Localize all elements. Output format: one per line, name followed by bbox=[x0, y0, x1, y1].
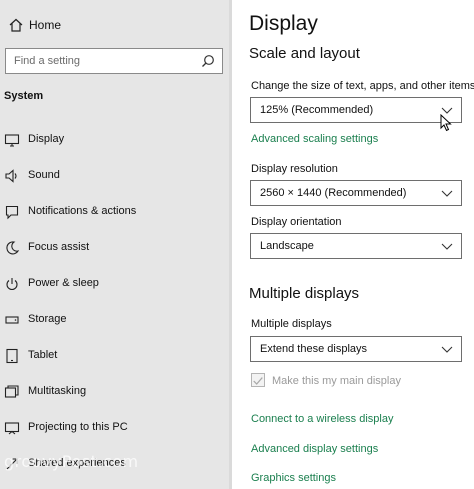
multiple-displays-heading: Multiple displays bbox=[249, 285, 360, 302]
sidebar-item-label: Power & sleep bbox=[28, 277, 99, 289]
sidebar-item-label: Tablet bbox=[28, 349, 58, 361]
sidebar-item-display[interactable]: Display bbox=[0, 125, 229, 155]
sidebar-item-sound[interactable]: Sound bbox=[0, 161, 229, 191]
orientation-value: Landscape bbox=[260, 240, 314, 252]
chevron-down-icon bbox=[441, 243, 453, 250]
sidebar-item-label: Notifications & actions bbox=[28, 205, 137, 217]
scale-label: Change the size of text, apps, and other… bbox=[251, 80, 474, 92]
multiple-displays-label: Multiple displays bbox=[251, 318, 332, 330]
multiple-displays-value: Extend these displays bbox=[260, 343, 368, 355]
home-icon bbox=[9, 18, 23, 32]
advanced-scaling-link[interactable]: Advanced scaling settings bbox=[251, 133, 378, 145]
home-button[interactable]: Home bbox=[0, 10, 232, 40]
moon-icon bbox=[6, 241, 20, 255]
chevron-down-icon bbox=[441, 190, 453, 197]
sidebar-item-projecting[interactable]: Projecting to this PC bbox=[0, 413, 229, 443]
orientation-dropdown[interactable]: Landscape bbox=[250, 233, 462, 259]
page-title: Display bbox=[249, 12, 318, 35]
multiple-displays-dropdown[interactable]: Extend these displays bbox=[250, 336, 462, 362]
scale-dropdown[interactable]: 125% (Recommended) bbox=[250, 97, 462, 123]
orientation-label: Display orientation bbox=[251, 216, 342, 228]
sidebar-item-label: Multitasking bbox=[28, 385, 87, 397]
section-title: System bbox=[4, 90, 44, 102]
watermark: groovyPost.com bbox=[4, 452, 139, 471]
sidebar-item-focus-assist[interactable]: Focus assist bbox=[0, 233, 229, 263]
sidebar-item-label: Focus assist bbox=[28, 241, 90, 253]
sidebar-item-power-sleep[interactable]: Power & sleep bbox=[0, 269, 229, 299]
storage-icon bbox=[5, 316, 19, 324]
sidebar-item-multitasking[interactable]: Multitasking bbox=[0, 377, 229, 407]
main-display-checkbox[interactable] bbox=[251, 373, 265, 387]
sidebar-item-tablet[interactable]: Tablet bbox=[0, 341, 229, 371]
scale-value: 125% (Recommended) bbox=[260, 104, 374, 116]
search-placeholder: Find a setting bbox=[14, 55, 81, 67]
sidebar-item-label: Storage bbox=[28, 313, 67, 325]
scale-heading: Scale and layout bbox=[249, 45, 360, 62]
sidebar-item-label: Projecting to this PC bbox=[28, 421, 128, 433]
speaker-icon bbox=[5, 169, 17, 183]
checkmark-icon bbox=[253, 377, 263, 385]
resolution-value: 2560 × 1440 (Recommended) bbox=[260, 187, 407, 199]
graphics-settings-link[interactable]: Graphics settings bbox=[251, 472, 336, 484]
sidebar-item-label: Display bbox=[28, 133, 65, 145]
multitasking-icon bbox=[4, 385, 19, 398]
main-content: Display Scale and layout Change the size… bbox=[232, 0, 474, 489]
resolution-dropdown[interactable]: 2560 × 1440 (Recommended) bbox=[250, 180, 462, 206]
chevron-down-icon bbox=[441, 346, 453, 353]
home-label: Home bbox=[29, 18, 62, 32]
sidebar: Home Find a setting System Display Sound… bbox=[0, 0, 232, 489]
monitor-icon bbox=[4, 134, 20, 147]
wireless-display-link[interactable]: Connect to a wireless display bbox=[251, 413, 393, 425]
resolution-label: Display resolution bbox=[251, 163, 338, 175]
sidebar-item-label: Sound bbox=[28, 169, 60, 181]
main-display-label: Make this my main display bbox=[272, 375, 401, 387]
search-input[interactable]: Find a setting bbox=[5, 48, 223, 74]
projector-icon bbox=[4, 422, 20, 435]
sidebar-item-storage[interactable]: Storage bbox=[0, 305, 229, 335]
search-icon[interactable] bbox=[201, 54, 215, 68]
mouse-cursor-icon bbox=[440, 114, 452, 132]
sidebar-item-notifications[interactable]: Notifications & actions bbox=[0, 197, 229, 227]
tablet-icon bbox=[6, 348, 18, 364]
power-icon bbox=[6, 278, 18, 291]
advanced-display-link[interactable]: Advanced display settings bbox=[251, 443, 378, 455]
notification-icon bbox=[5, 205, 19, 220]
